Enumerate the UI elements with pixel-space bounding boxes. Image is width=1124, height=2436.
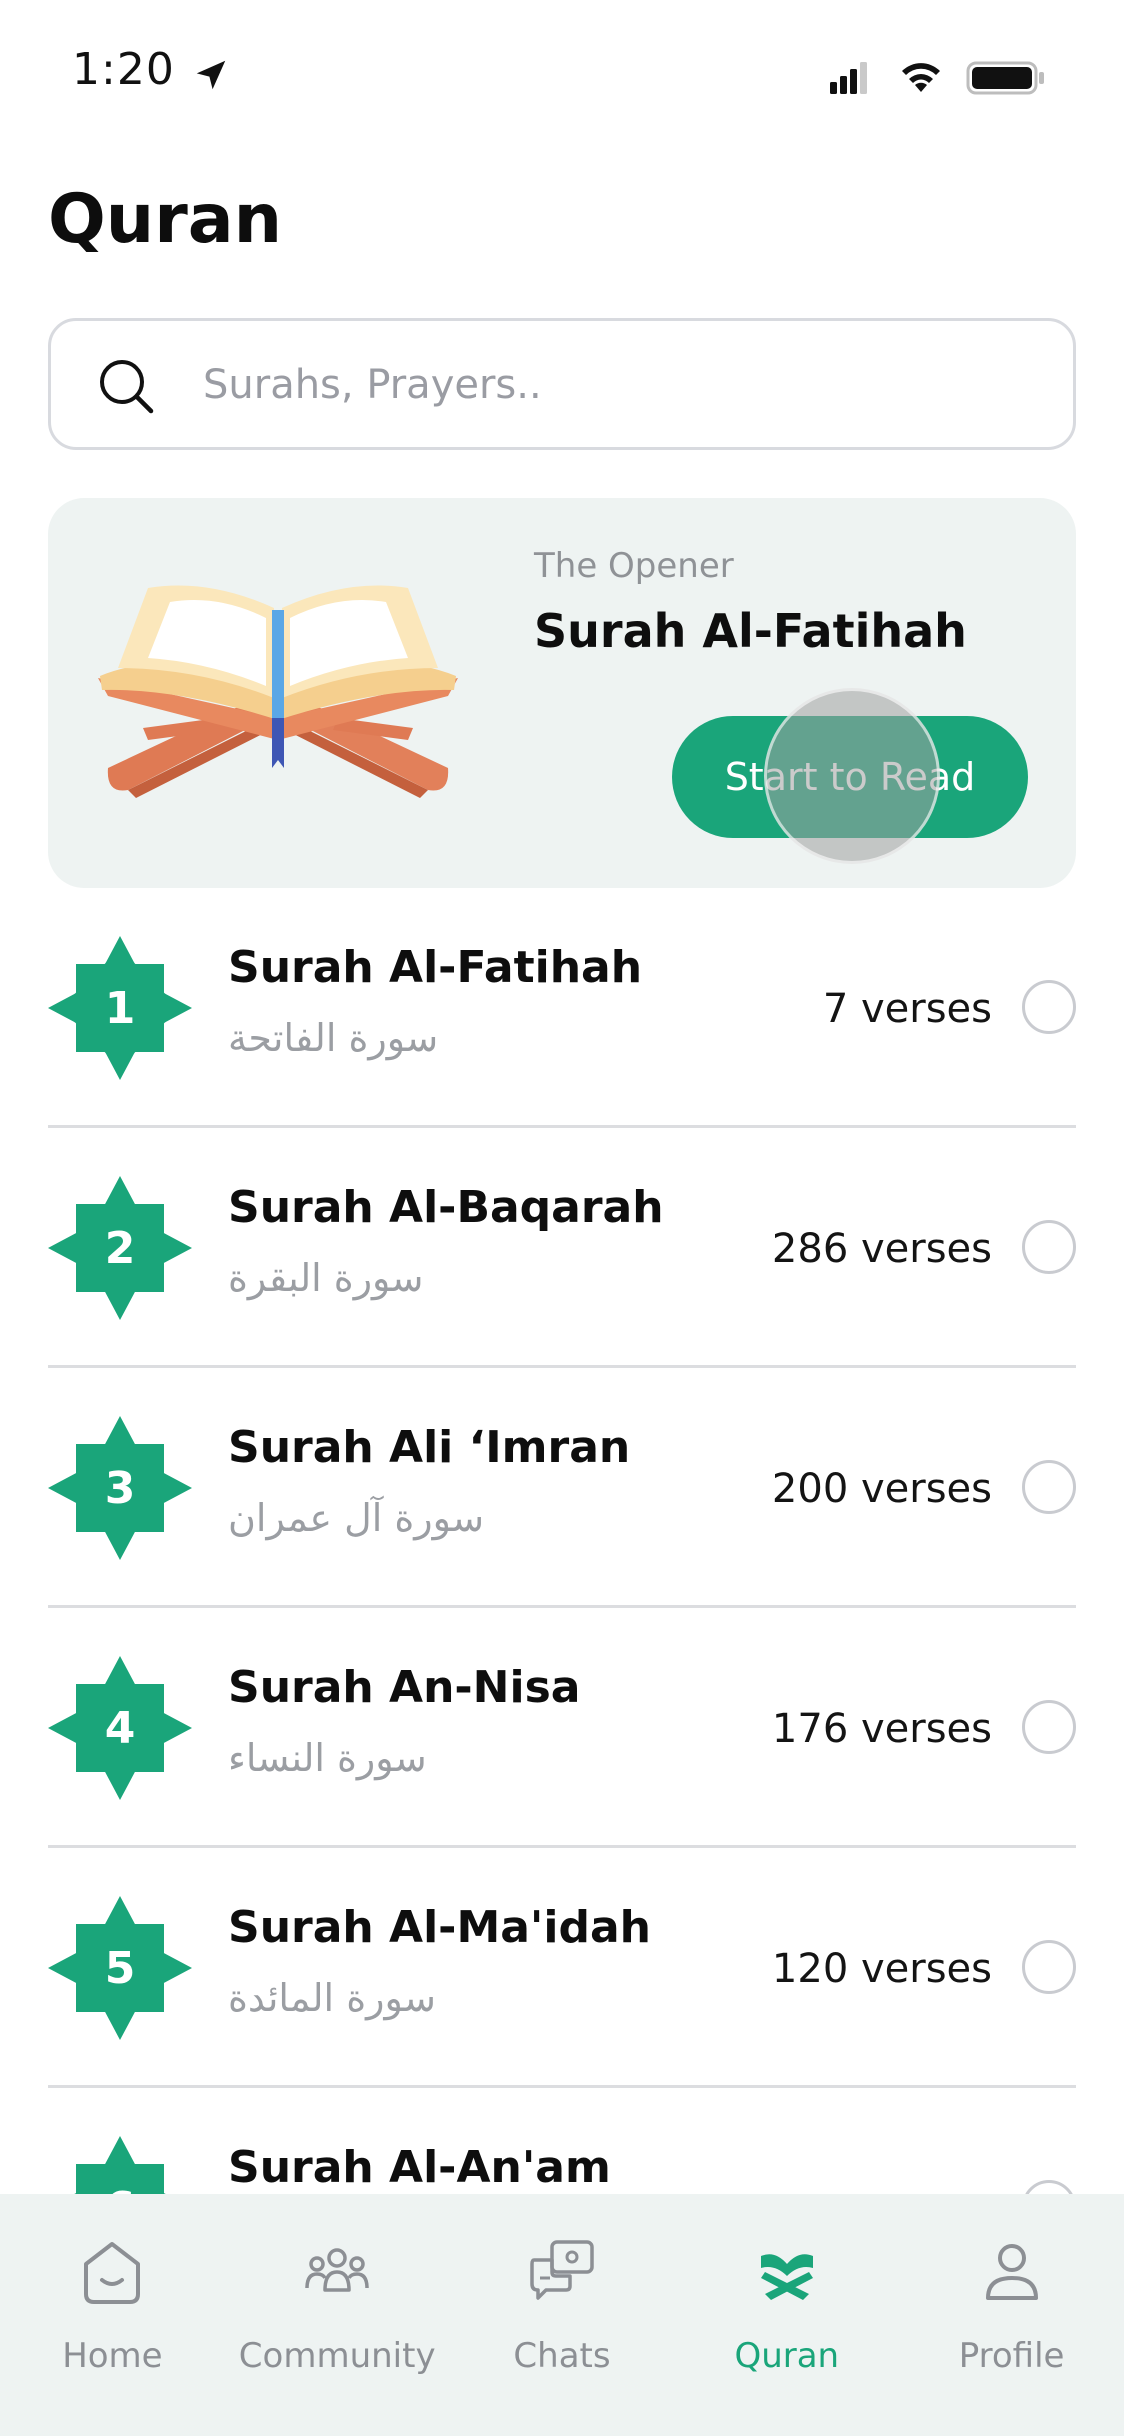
- tab-home[interactable]: Home: [0, 2194, 225, 2436]
- search-icon: [100, 360, 154, 414]
- verse-count: 7 verses: [822, 986, 992, 1032]
- surah-arabic-name: سورة الفاتحة: [228, 1016, 439, 1060]
- number-badge: 3: [48, 1416, 192, 1560]
- surah-name: Surah Al-Ma'idah: [228, 1902, 651, 1953]
- quran-screen: 1:20 Quran Surahs, Prayers.. The Opener …: [0, 0, 1124, 2436]
- surah-name: Surah Ali ‘Imran: [228, 1422, 631, 1473]
- status-bar: 1:20: [0, 0, 1124, 150]
- completion-checkbox[interactable]: [1022, 980, 1076, 1034]
- surah-name: Surah Al-An'am: [228, 2142, 611, 2193]
- tab-label: Profile: [958, 2336, 1065, 2376]
- quran-book-illustration: [98, 585, 458, 798]
- profile-icon: [985, 2244, 1038, 2300]
- featured-subtitle: The Opener: [534, 546, 734, 586]
- tab-community[interactable]: Community: [225, 2194, 450, 2436]
- tab-label: Home: [62, 2336, 163, 2376]
- surah-arabic-name: سورة آل عمران: [228, 1496, 485, 1540]
- list-item[interactable]: 1 Surah Al-Fatihah سورة الفاتحة 7 verses: [48, 888, 1076, 1128]
- page-title: Quran: [48, 180, 283, 259]
- tab-profile[interactable]: Profile: [899, 2194, 1124, 2436]
- list-item[interactable]: 5 Surah Al-Ma'idah سورة المائدة 120 vers…: [48, 1848, 1076, 2088]
- tab-chats[interactable]: Chats: [450, 2194, 675, 2436]
- search-bar[interactable]: [48, 318, 1076, 450]
- cellular-signal-icon: [830, 62, 867, 94]
- tab-label: Community: [238, 2336, 436, 2376]
- list-item[interactable]: 4 Surah An-Nisa سورة النساء 176 verses: [48, 1608, 1076, 1848]
- surah-arabic-name: سورة النساء: [228, 1736, 427, 1780]
- status-time: 1:20: [72, 44, 175, 95]
- bottom-tab-bar: Home Community Chats Quran Profile: [0, 2194, 1124, 2436]
- community-icon: [305, 2248, 369, 2292]
- battery-icon: [966, 61, 1044, 95]
- quran-icon: [760, 2254, 813, 2300]
- completion-checkbox[interactable]: [1022, 1220, 1076, 1274]
- number-badge: 5: [48, 1896, 192, 2040]
- home-face-icon: [84, 2242, 141, 2304]
- surah-name: Surah Al-Baqarah: [228, 1182, 664, 1233]
- verse-count: 176 verses: [771, 1706, 992, 1752]
- surah-list: 1 Surah Al-Fatihah سورة الفاتحة 7 verses…: [48, 888, 1076, 2328]
- list-item[interactable]: 3 Surah Ali ‘Imran سورة آل عمران 200 ver…: [48, 1368, 1076, 1608]
- search-input[interactable]: [203, 349, 1023, 421]
- completion-checkbox[interactable]: [1022, 1940, 1076, 1994]
- chats-icon: [530, 2240, 594, 2300]
- surah-arabic-name: سورة البقرة: [228, 1256, 424, 1300]
- completion-checkbox[interactable]: [1022, 1460, 1076, 1514]
- featured-surah-card[interactable]: The Opener Surah Al-Fatihah Start to Rea…: [48, 498, 1076, 888]
- tab-label: Chats: [513, 2336, 611, 2376]
- location-arrow-icon: [196, 60, 226, 90]
- surah-arabic-name: سورة المائدة: [228, 1976, 436, 2020]
- number-badge: 2: [48, 1176, 192, 1320]
- verse-count: 286 verses: [771, 1226, 992, 1272]
- wifi-icon: [902, 63, 940, 92]
- verse-count: 120 verses: [771, 1946, 992, 1992]
- surah-name: Surah Al-Fatihah: [228, 942, 643, 993]
- touch-indicator: [764, 688, 940, 864]
- featured-title: Surah Al-Fatihah: [534, 604, 967, 658]
- list-item[interactable]: 2 Surah Al-Baqarah سورة البقرة 286 verse…: [48, 1128, 1076, 1368]
- tab-label: Quran: [734, 2336, 840, 2376]
- verse-count: 200 verses: [771, 1466, 992, 1512]
- number-badge: 4: [48, 1656, 192, 1800]
- surah-name: Surah An-Nisa: [228, 1662, 581, 1713]
- completion-checkbox[interactable]: [1022, 1700, 1076, 1754]
- number-badge: 1: [48, 936, 192, 1080]
- tab-quran[interactable]: Quran: [674, 2194, 899, 2436]
